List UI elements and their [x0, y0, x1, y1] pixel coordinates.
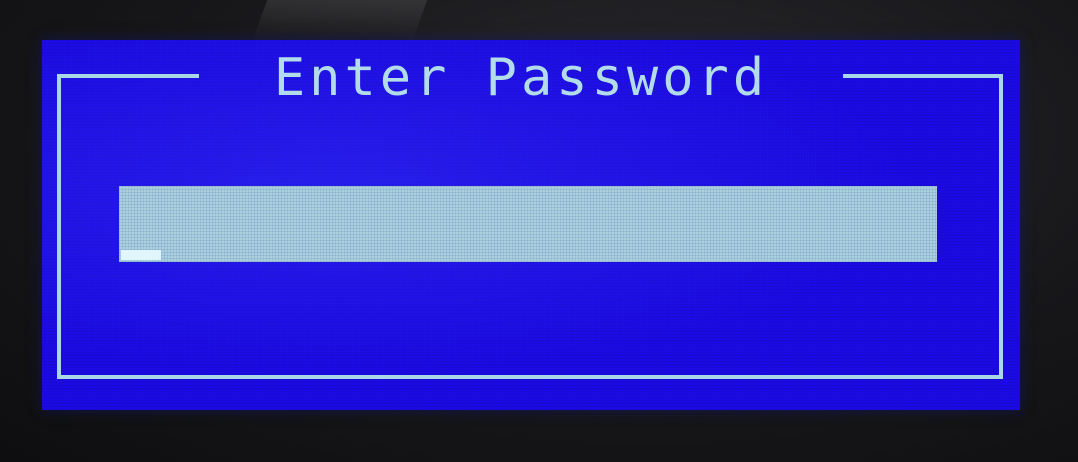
- text-cursor-icon: [121, 250, 161, 260]
- bios-screen: Enter Password: [42, 40, 1020, 410]
- password-input[interactable]: [119, 186, 937, 262]
- screen-bezel-glare: [252, 0, 428, 40]
- dialog-frame-top-left-edge: [57, 74, 199, 78]
- dialog-title: Enter Password: [273, 48, 769, 108]
- dialog-frame-top-right-edge: [843, 74, 1003, 78]
